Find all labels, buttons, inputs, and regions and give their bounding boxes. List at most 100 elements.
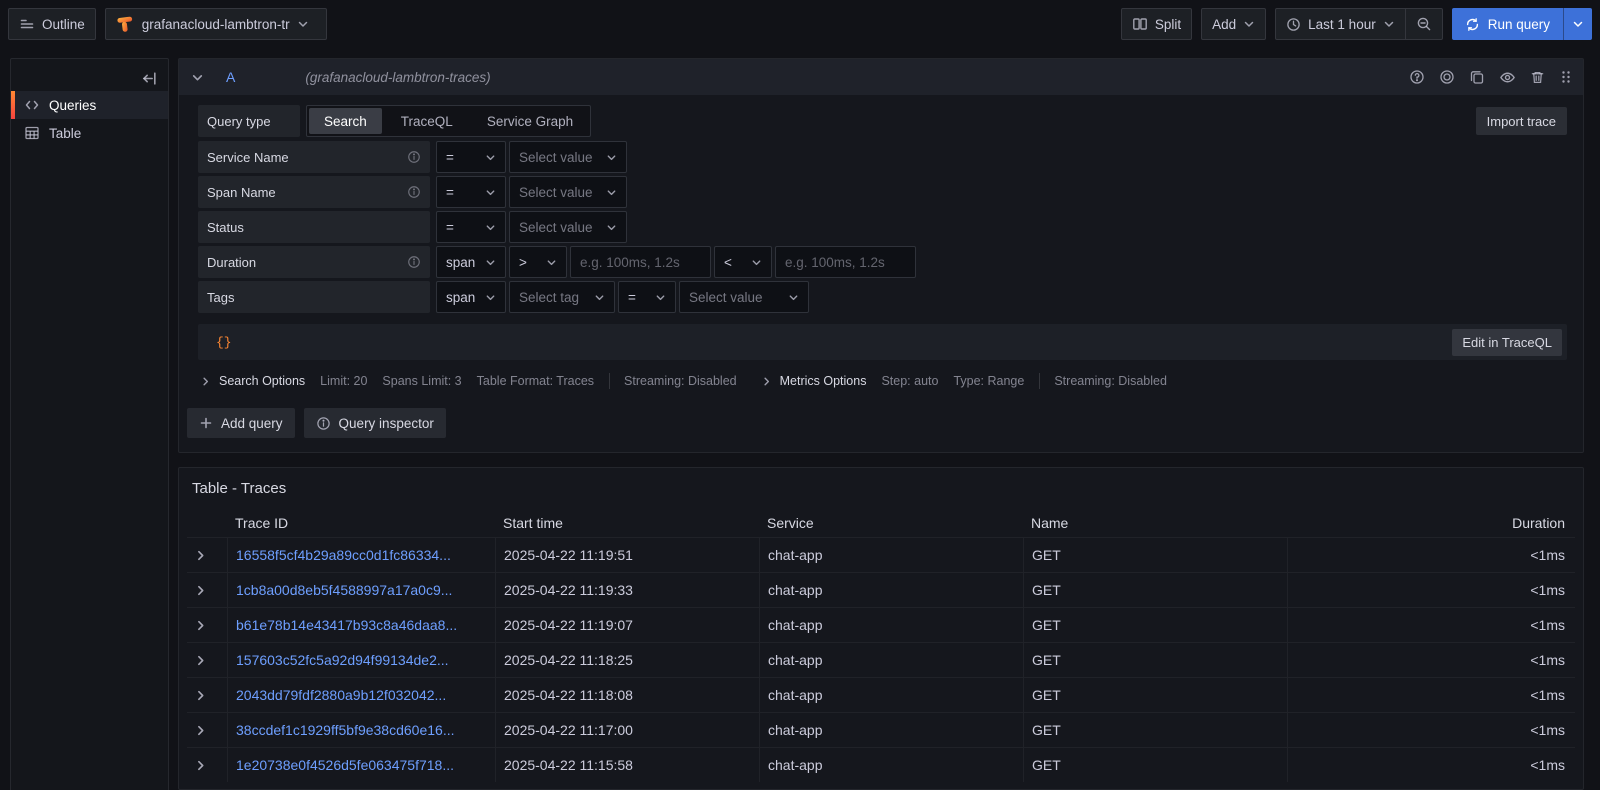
- chevron-down-icon: [546, 257, 557, 268]
- table-row: 1cb8a00d8eb5f4588997a17a0c9... 2025-04-2…: [187, 572, 1575, 607]
- column-header-start-time[interactable]: Start time: [495, 508, 759, 537]
- collapse-outline-button[interactable]: [136, 65, 162, 91]
- add-dropdown-button[interactable]: Add: [1201, 8, 1266, 40]
- duration-scope-select[interactable]: span: [436, 246, 506, 278]
- trace-id-link[interactable]: 2043dd79fdf2880a9b12f032042...: [236, 687, 446, 703]
- time-picker-group: Last 1 hour: [1275, 8, 1443, 40]
- run-query-button[interactable]: Run query: [1452, 8, 1563, 40]
- service-name-operator-select[interactable]: =: [436, 141, 506, 173]
- chevron-down-icon: [485, 152, 496, 163]
- duration-cell: <1ms: [1287, 573, 1575, 607]
- query-row-actions: [1409, 69, 1573, 86]
- tags-operator-select[interactable]: =: [618, 281, 676, 313]
- duration-min-input[interactable]: [570, 246, 711, 278]
- duration-cell: <1ms: [1287, 678, 1575, 712]
- duplicate-query-icon[interactable]: [1469, 69, 1485, 85]
- row-expander[interactable]: [187, 608, 227, 642]
- column-header-duration[interactable]: Duration: [1287, 508, 1575, 537]
- row-expander[interactable]: [187, 713, 227, 747]
- duration-max-operator-select[interactable]: <: [714, 246, 772, 278]
- search-options-streaming: Streaming: Disabled: [624, 374, 737, 388]
- metrics-options-title: Metrics Options: [780, 374, 867, 388]
- remove-query-trash-icon[interactable]: [1530, 70, 1545, 85]
- duration-cell: <1ms: [1287, 608, 1575, 642]
- metrics-options-streaming: Streaming: Disabled: [1054, 374, 1167, 388]
- zoom-out-time-button[interactable]: [1405, 9, 1442, 39]
- table-row: 2043dd79fdf2880a9b12f032042... 2025-04-2…: [187, 677, 1575, 712]
- service-cell: chat-app: [759, 608, 1023, 642]
- chevron-down-icon: [1383, 18, 1395, 30]
- chevron-down-icon: [606, 222, 617, 233]
- column-header-trace-id[interactable]: Trace ID: [227, 508, 495, 537]
- service-name-label: Service Name: [198, 141, 430, 173]
- row-expander[interactable]: [187, 643, 227, 677]
- trace-id-link[interactable]: 1cb8a00d8eb5f4588997a17a0c9...: [236, 582, 452, 598]
- span-name-operator-select[interactable]: =: [436, 176, 506, 208]
- clock-icon: [1286, 17, 1301, 32]
- trace-id-link[interactable]: 16558f5cf4b29a89cc0d1fc86334...: [236, 547, 451, 563]
- column-header-name[interactable]: Name: [1023, 508, 1287, 537]
- service-cell: chat-app: [759, 643, 1023, 677]
- query-type-radio-group: Search TraceQL Service Graph: [306, 105, 591, 137]
- tags-tag-select[interactable]: Select tag: [509, 281, 615, 313]
- sidebar-item-queries[interactable]: Queries: [11, 91, 168, 119]
- trace-id-link[interactable]: b61e78b14e43417b93c8a46daa8...: [236, 617, 457, 633]
- angle-right-icon: [200, 376, 211, 387]
- service-cell: chat-app: [759, 538, 1023, 572]
- tab-service-graph[interactable]: Service Graph: [470, 106, 590, 136]
- outline-items: Queries Table: [11, 91, 168, 147]
- query-editor-body: Query type Search TraceQL Service Graph …: [179, 95, 1583, 394]
- drag-handle-icon[interactable]: [1559, 70, 1573, 84]
- search-options-toggle[interactable]: Search Options: [200, 374, 305, 388]
- hide-response-eye-icon[interactable]: [1499, 69, 1516, 86]
- span-name-value-select[interactable]: Select value: [509, 176, 627, 208]
- duration-cell: <1ms: [1287, 538, 1575, 572]
- angle-right-icon: [194, 759, 207, 772]
- status-label: Status: [198, 211, 430, 243]
- run-query-options-caret[interactable]: [1563, 8, 1592, 40]
- column-header-service[interactable]: Service: [759, 508, 1023, 537]
- metrics-options-step: Step: auto: [881, 374, 938, 388]
- datasource-picker[interactable]: grafanacloud-lambtron-tr: [105, 8, 327, 40]
- metrics-options-toggle[interactable]: Metrics Options: [761, 374, 867, 388]
- angle-right-icon: [194, 689, 207, 702]
- import-trace-button[interactable]: Import trace: [1476, 107, 1567, 135]
- split-label: Split: [1155, 17, 1181, 32]
- zoom-out-icon: [1416, 16, 1432, 32]
- sidebar-item-table[interactable]: Table: [11, 119, 168, 147]
- trace-id-link[interactable]: 157603c52fc5a92d94f99134de2...: [236, 652, 449, 668]
- collapse-query-chevron-icon[interactable]: [191, 71, 204, 84]
- service-name-value-select[interactable]: Select value: [509, 141, 627, 173]
- edit-in-traceql-button[interactable]: Edit in TraceQL: [1452, 329, 1562, 356]
- help-icon[interactable]: [1409, 69, 1425, 85]
- trace-id-link[interactable]: 38ccdef1c1929ff5bf9e38cd60e16...: [236, 722, 454, 738]
- row-expander[interactable]: [187, 678, 227, 712]
- status-operator-select[interactable]: =: [436, 211, 506, 243]
- trace-id-link[interactable]: 1e20738e0f4526d5fe063475f718...: [236, 757, 454, 773]
- status-value-select[interactable]: Select value: [509, 211, 627, 243]
- duration-max-input[interactable]: [775, 246, 916, 278]
- query-ref-id[interactable]: A: [226, 69, 235, 85]
- row-expander[interactable]: [187, 538, 227, 572]
- name-cell: GET: [1023, 643, 1287, 677]
- traceql-preview-block: {} Edit in TraceQL: [198, 324, 1567, 360]
- row-expander[interactable]: [187, 748, 227, 782]
- row-expander[interactable]: [187, 573, 227, 607]
- outline-button[interactable]: Outline: [8, 8, 96, 40]
- time-range-picker[interactable]: Last 1 hour: [1276, 9, 1405, 39]
- tab-search[interactable]: Search: [309, 108, 382, 134]
- chevron-down-icon: [751, 257, 762, 268]
- chevron-down-icon: [297, 18, 309, 30]
- chevron-down-icon: [485, 187, 496, 198]
- tags-value-select[interactable]: Select value: [679, 281, 809, 313]
- add-query-button[interactable]: Add query: [187, 408, 295, 438]
- name-cell: GET: [1023, 748, 1287, 782]
- name-cell: GET: [1023, 608, 1287, 642]
- split-button[interactable]: Split: [1121, 8, 1192, 40]
- duration-min-operator-select[interactable]: >: [509, 246, 567, 278]
- tags-scope-select[interactable]: span: [436, 281, 506, 313]
- query-inspector-button[interactable]: Query inspector: [304, 408, 446, 438]
- plus-icon: [199, 416, 213, 430]
- tab-traceql[interactable]: TraceQL: [384, 106, 470, 136]
- disable-query-icon[interactable]: [1439, 69, 1455, 85]
